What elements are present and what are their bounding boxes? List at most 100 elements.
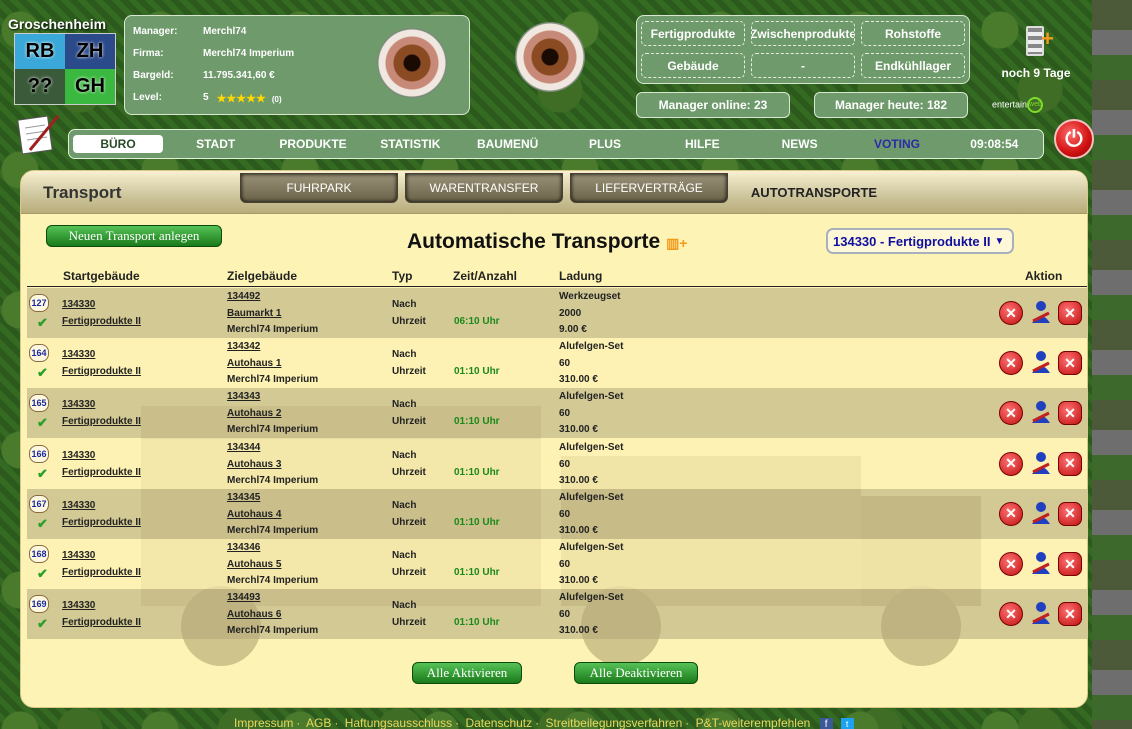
- building-selector[interactable]: 134330 - Fertigprodukte II ▼: [826, 228, 1014, 254]
- footer-impressum[interactable]: Impressum: [234, 716, 293, 729]
- tab-warentransfer[interactable]: WARENTRANSFER: [405, 173, 563, 203]
- nav-voting[interactable]: VOTING: [848, 137, 945, 151]
- new-transport-button[interactable]: Neuen Transport anlegen: [46, 225, 222, 247]
- resource-zwischenprodukte[interactable]: Zwischenprodukte: [751, 21, 855, 46]
- target-building-id[interactable]: 134345: [227, 492, 260, 503]
- resource-gebaeude[interactable]: Gebäude: [641, 53, 745, 78]
- footer-streitbeilegung[interactable]: Streitbeilegungsverfahren: [545, 716, 682, 729]
- deactivate-x-icon[interactable]: ✕: [999, 451, 1023, 476]
- start-building-id[interactable]: 134330: [62, 299, 95, 310]
- footer-haftungsausschluss[interactable]: Haftungsausschluss: [345, 716, 452, 729]
- target-building-name[interactable]: Autohaus 5: [227, 559, 281, 570]
- start-building-id[interactable]: 134330: [62, 399, 95, 410]
- delete-x-icon[interactable]: ✕: [1058, 501, 1082, 526]
- nav-plus[interactable]: PLUS: [556, 137, 653, 151]
- district-grid[interactable]: RB ZH ?? GH: [14, 33, 116, 105]
- footer-datenschutz[interactable]: Datenschutz: [465, 716, 532, 729]
- start-building-name[interactable]: Fertigprodukte II: [62, 316, 141, 327]
- driver-person-icon[interactable]: [1029, 600, 1053, 626]
- transport-number-badge[interactable]: 169: [29, 595, 49, 614]
- delete-x-icon[interactable]: ✕: [1058, 401, 1082, 426]
- driver-person-icon[interactable]: [1029, 299, 1053, 325]
- footer-weiterempfehlen[interactable]: P&T-weiterempfehlen: [696, 716, 811, 729]
- target-building-id[interactable]: 134346: [227, 542, 260, 553]
- nav-news[interactable]: NEWS: [751, 137, 848, 151]
- twitter-icon[interactable]: t: [840, 718, 854, 729]
- target-building-name[interactable]: Autohaus 3: [227, 459, 281, 470]
- target-building-name[interactable]: Baumarkt 1: [227, 308, 281, 319]
- driver-person-icon[interactable]: [1029, 450, 1053, 476]
- transport-number-badge[interactable]: 168: [29, 545, 49, 563]
- start-building-id[interactable]: 134330: [62, 600, 95, 611]
- target-building-id[interactable]: 134342: [227, 341, 260, 352]
- driver-person-icon[interactable]: [1029, 550, 1053, 576]
- nav-baumenue[interactable]: BAUMENÜ: [459, 137, 556, 151]
- start-building-name[interactable]: Fertigprodukte II: [62, 366, 141, 377]
- facebook-icon[interactable]: f: [819, 718, 833, 729]
- driver-person-icon[interactable]: [1029, 399, 1053, 425]
- deactivate-x-icon[interactable]: ✕: [999, 351, 1023, 376]
- resource-rohstoffe[interactable]: Rohstoffe: [861, 21, 965, 46]
- nav-stadt[interactable]: STADT: [167, 137, 264, 151]
- logout-power-icon[interactable]: ⏻: [1054, 119, 1094, 159]
- target-building-id[interactable]: 134344: [227, 442, 260, 453]
- transport-number-badge[interactable]: 165: [29, 394, 49, 413]
- start-building-id[interactable]: 134330: [62, 349, 95, 360]
- company-eye-icon[interactable]: [515, 22, 585, 92]
- transport-number-badge[interactable]: 164: [29, 344, 49, 363]
- deactivate-x-icon[interactable]: ✕: [999, 552, 1023, 576]
- activate-all-button[interactable]: Alle Aktivieren: [412, 662, 522, 684]
- transport-number-badge[interactable]: 127: [29, 294, 49, 312]
- driver-person-icon[interactable]: [1029, 500, 1053, 526]
- driver-person-icon[interactable]: [1029, 349, 1053, 375]
- tab-liefervertraege[interactable]: LIEFERVERTRÄGE: [570, 173, 728, 203]
- deactivate-x-icon[interactable]: ✕: [999, 501, 1023, 526]
- active-check-icon: ✔: [37, 566, 48, 581]
- transport-number-badge[interactable]: 167: [29, 494, 49, 513]
- resource-endkuehllager[interactable]: Endkühllager: [861, 53, 965, 78]
- resource-fertigprodukte[interactable]: Fertigprodukte: [641, 21, 745, 46]
- deactivate-x-icon[interactable]: ✕: [999, 301, 1023, 325]
- delete-x-icon[interactable]: ✕: [1058, 602, 1082, 627]
- target-building-id[interactable]: 134343: [227, 391, 260, 402]
- start-building-name[interactable]: Fertigprodukte II: [62, 517, 141, 528]
- start-building-name[interactable]: Fertigprodukte II: [62, 467, 141, 478]
- target-building-name[interactable]: Autohaus 6: [227, 609, 281, 620]
- target-building-name[interactable]: Autohaus 1: [227, 358, 281, 369]
- deactivate-all-button[interactable]: Alle Deaktivieren: [574, 662, 698, 684]
- start-building-id[interactable]: 134330: [62, 550, 95, 561]
- avatar-eye-icon[interactable]: [377, 28, 447, 98]
- nav-produkte[interactable]: PRODUKTE: [264, 137, 361, 151]
- district-gh[interactable]: GH: [65, 69, 115, 104]
- target-building-id[interactable]: 134492: [227, 291, 260, 302]
- delete-x-icon[interactable]: ✕: [1058, 301, 1082, 325]
- start-building-name[interactable]: Fertigprodukte II: [62, 567, 141, 578]
- district-unknown[interactable]: ??: [15, 69, 65, 104]
- deactivate-x-icon[interactable]: ✕: [999, 602, 1023, 627]
- footer-agb[interactable]: AGB: [306, 716, 331, 729]
- transport-number-badge[interactable]: 166: [29, 444, 49, 463]
- tab-fuhrpark[interactable]: FUHRPARK: [240, 173, 398, 203]
- district-rb[interactable]: RB: [15, 34, 65, 69]
- delete-x-icon[interactable]: ✕: [1058, 451, 1082, 476]
- target-building-name[interactable]: Autohaus 4: [227, 509, 281, 520]
- district-zh[interactable]: ZH: [65, 34, 115, 69]
- premium-box[interactable]: + noch 9 Tage: [988, 18, 1084, 83]
- nav-statistik[interactable]: STATISTIK: [362, 137, 459, 151]
- entertain-web-logo[interactable]: entertain web: [992, 97, 1044, 113]
- delete-x-icon[interactable]: ✕: [1058, 351, 1082, 376]
- notepad-icon[interactable]: [16, 110, 62, 156]
- start-building-id[interactable]: 134330: [62, 450, 95, 461]
- start-building-name[interactable]: Fertigprodukte II: [62, 617, 141, 628]
- target-building-id[interactable]: 134493: [227, 592, 260, 603]
- type-line2: Uhrzeit: [392, 617, 426, 629]
- nav-buero[interactable]: BÜRO: [73, 135, 163, 153]
- target-building-name[interactable]: Autohaus 2: [227, 408, 281, 419]
- start-building-name[interactable]: Fertigprodukte II: [62, 416, 141, 427]
- start-building-id[interactable]: 134330: [62, 500, 95, 511]
- resource-empty[interactable]: -: [751, 53, 855, 78]
- deactivate-x-icon[interactable]: ✕: [999, 401, 1023, 426]
- nav-hilfe[interactable]: HILFE: [654, 137, 751, 151]
- tab-autotransporte[interactable]: AUTOTRANSPORTE: [735, 177, 893, 207]
- delete-x-icon[interactable]: ✕: [1058, 552, 1082, 576]
